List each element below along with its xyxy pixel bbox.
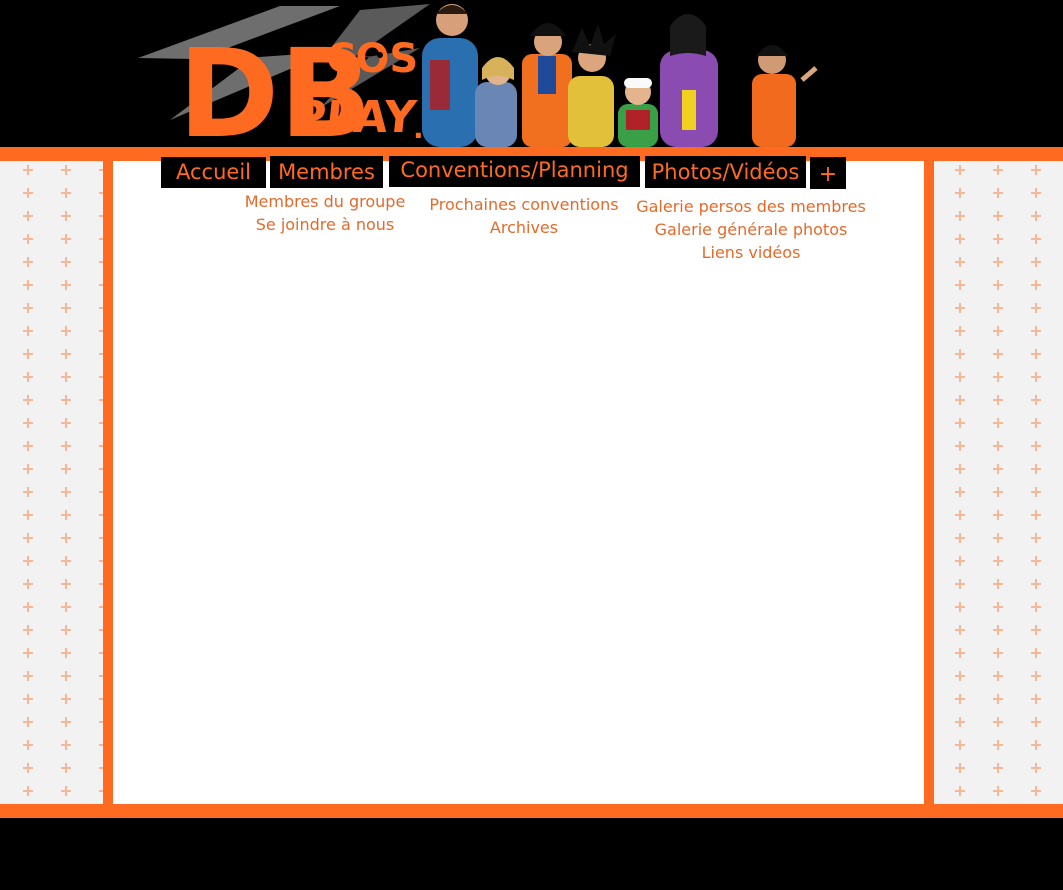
nav-tab-conventions-planning[interactable]: Conventions/Planning: [389, 156, 640, 187]
logo-play-text: PLAY: [291, 92, 419, 143]
side-pattern-right: [934, 161, 1063, 804]
nav-tab-accueil[interactable]: Accueil: [161, 157, 266, 188]
submenu-link-prochaines-conventions[interactable]: Prochaines conventions: [419, 193, 629, 216]
header-banner: DB COS PLAY .FR: [0, 0, 1063, 147]
site-logo[interactable]: DB COS PLAY .FR: [130, 0, 840, 147]
submenu-link-archives[interactable]: Archives: [419, 216, 629, 239]
side-stripe-left: [103, 161, 113, 804]
submenu-link-se-joindre[interactable]: Se joindre à nous: [232, 213, 418, 236]
side-stripe-right: [924, 161, 934, 804]
page: DB COS PLAY .FR: [0, 0, 1063, 890]
submenu-link-galerie-generale[interactable]: Galerie générale photos: [626, 218, 876, 241]
side-pattern-left: [0, 161, 103, 804]
logo-cos-text: COS: [326, 36, 418, 82]
submenu-link-galerie-persos[interactable]: Galerie persos des membres: [626, 195, 876, 218]
nav-tab-photos-videos[interactable]: Photos/Vidéos: [645, 156, 806, 188]
cosplayers-photo: [422, 4, 818, 147]
nav-tab-plus[interactable]: +: [810, 157, 846, 189]
orange-band-bottom: [0, 804, 1063, 818]
submenu-link-liens-videos[interactable]: Liens vidéos: [626, 241, 876, 264]
nav-tab-membres[interactable]: Membres: [270, 156, 383, 188]
submenu-link-membres-du-groupe[interactable]: Membres du groupe: [232, 190, 418, 213]
